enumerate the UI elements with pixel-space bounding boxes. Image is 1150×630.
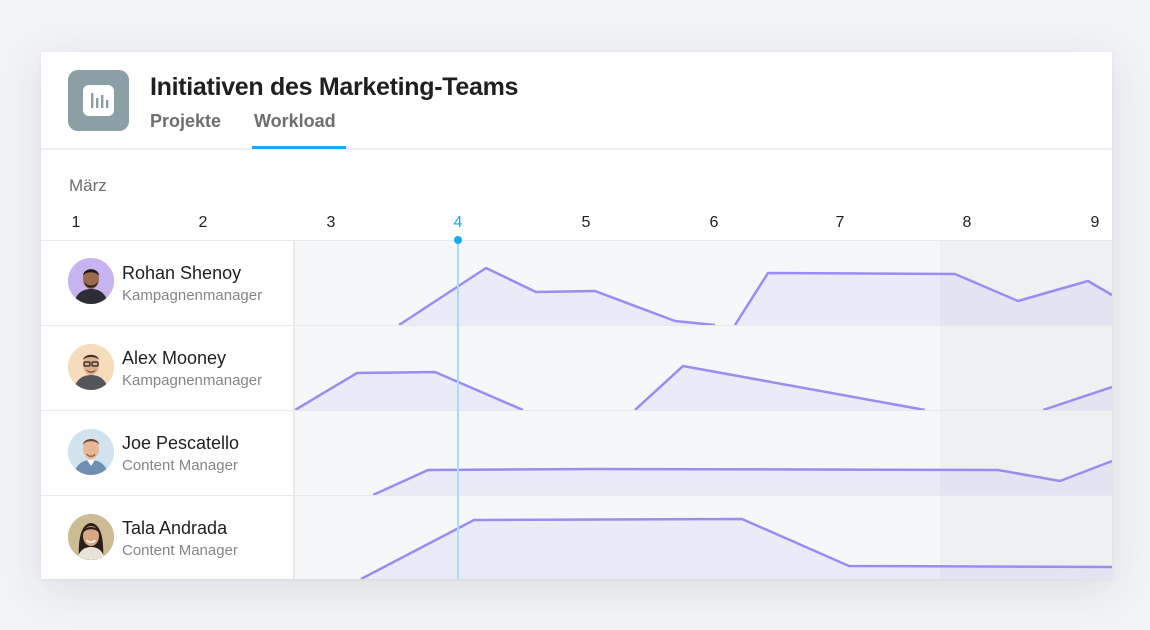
month-label: März [69, 176, 107, 195]
person-role: Kampagnenmanager [122, 372, 263, 389]
avatar[interactable] [68, 429, 114, 475]
day-label: 7 [835, 214, 845, 231]
person-role: Content Manager [122, 542, 238, 559]
active-tab-indicator [252, 146, 346, 149]
avatar[interactable] [68, 514, 114, 560]
day-label: 5 [581, 214, 591, 231]
day-label: 2 [198, 214, 208, 231]
tab-workload[interactable]: Workload [254, 111, 336, 132]
page-title: Initiativen des Marketing-Teams [150, 73, 519, 101]
person-row[interactable]: Joe Pescatello Content Manager [41, 411, 1112, 496]
day-label: 8 [962, 214, 972, 231]
day-label: 6 [709, 214, 719, 231]
person-row[interactable]: Alex Mooney Kampagnenmanager [41, 326, 1112, 411]
day-label: 1 [71, 214, 81, 231]
day-label: 3 [326, 214, 336, 231]
tab-projekte[interactable]: Projekte [150, 111, 221, 132]
person-role: Kampagnenmanager [122, 287, 263, 304]
project-icon[interactable] [68, 70, 129, 131]
project-header: Initiativen des Marketing-Teams Projekte… [41, 52, 1112, 150]
bar-chart-icon [91, 93, 109, 108]
avatar-tala [68, 514, 114, 560]
avatar[interactable] [68, 258, 114, 304]
today-marker-dot [454, 236, 462, 244]
today-marker-line [457, 238, 459, 579]
person-row[interactable]: Rohan Shenoy Kampagnenmanager [41, 241, 1112, 326]
day-label-today: 4 [453, 214, 463, 231]
person-name: Alex Mooney [122, 348, 227, 368]
workload-card: Initiativen des Marketing-Teams Projekte… [41, 52, 1112, 579]
person-role: Content Manager [122, 457, 238, 474]
avatar[interactable] [68, 344, 114, 390]
person-name: Tala Andrada [122, 518, 228, 538]
day-label: 9 [1090, 214, 1100, 231]
avatar-joe [68, 429, 114, 475]
avatar-rohan [68, 258, 114, 304]
avatar-alex [68, 344, 114, 390]
person-row[interactable]: Tala Andrada Content Manager [41, 496, 1112, 579]
person-name: Joe Pescatello [122, 433, 240, 453]
person-name: Rohan Shenoy [122, 263, 242, 283]
